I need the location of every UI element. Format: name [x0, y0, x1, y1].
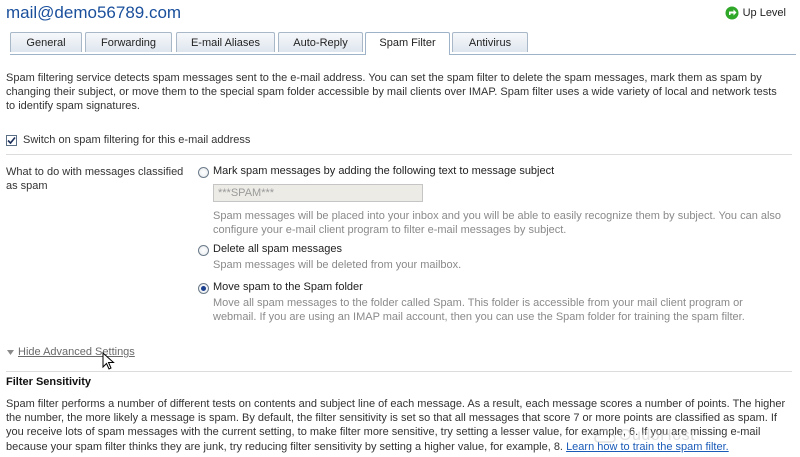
check-icon	[7, 136, 16, 144]
tab-auto-reply[interactable]: Auto-Reply	[278, 32, 363, 52]
separator	[6, 154, 792, 155]
move-spam-label: Move spam to the Spam folder	[213, 281, 363, 293]
tab-email-aliases[interactable]: E-mail Aliases	[176, 32, 275, 52]
up-level-button[interactable]: Up Level	[725, 6, 786, 20]
mark-subject-label: Mark spam messages by adding the followi…	[213, 165, 555, 177]
delete-spam-label: Delete all spam messages	[213, 243, 343, 255]
delete-spam-radio[interactable]	[198, 245, 209, 256]
triangle-down-icon	[7, 349, 14, 355]
watermark-text: OudoHost	[619, 427, 696, 444]
tab-spam-filter[interactable]: Spam Filter	[365, 32, 450, 55]
spam-subject-input[interactable]	[213, 184, 423, 202]
spam-filter-switch-label: Switch on spam filtering for this e-mail…	[23, 134, 251, 146]
mark-subject-desc: Spam messages will be placed into your i…	[213, 210, 782, 236]
mouse-cursor-icon	[102, 352, 115, 370]
tab-bar: General Forwarding E-mail Aliases Auto-R…	[10, 32, 796, 55]
delete-spam-desc: Spam messages will be deleted from your …	[213, 259, 462, 271]
tab-general[interactable]: General	[10, 32, 82, 52]
tab-forwarding[interactable]: Forwarding	[85, 32, 172, 52]
move-spam-radio[interactable]	[198, 283, 209, 294]
spam-filter-checkbox[interactable]	[6, 134, 17, 146]
intro-text: Spam filtering service detects spam mess…	[6, 72, 777, 112]
cloud-logo-icon	[594, 429, 616, 443]
tab-antivirus[interactable]: Antivirus	[452, 32, 528, 52]
up-level-label: Up Level	[742, 7, 786, 19]
move-spam-desc: Move all spam messages to the folder cal…	[213, 297, 745, 323]
up-arrow-icon	[725, 6, 739, 20]
action-question-label: What to do with messages classified as s…	[6, 166, 184, 192]
filter-sensitivity-heading: Filter Sensitivity	[6, 376, 91, 388]
separator	[6, 371, 792, 372]
watermark: OudoHost	[594, 427, 695, 445]
filter-sensitivity-text: Spam filter performs a number of differe…	[6, 397, 791, 454]
spam-filter-switch[interactable]: Switch on spam filtering for this e-mail…	[6, 134, 250, 146]
mark-subject-radio[interactable]	[198, 167, 209, 178]
page-title: mail@demo56789.com	[6, 3, 182, 22]
hide-advanced-settings-link[interactable]: Hide Advanced Settings	[18, 346, 135, 358]
